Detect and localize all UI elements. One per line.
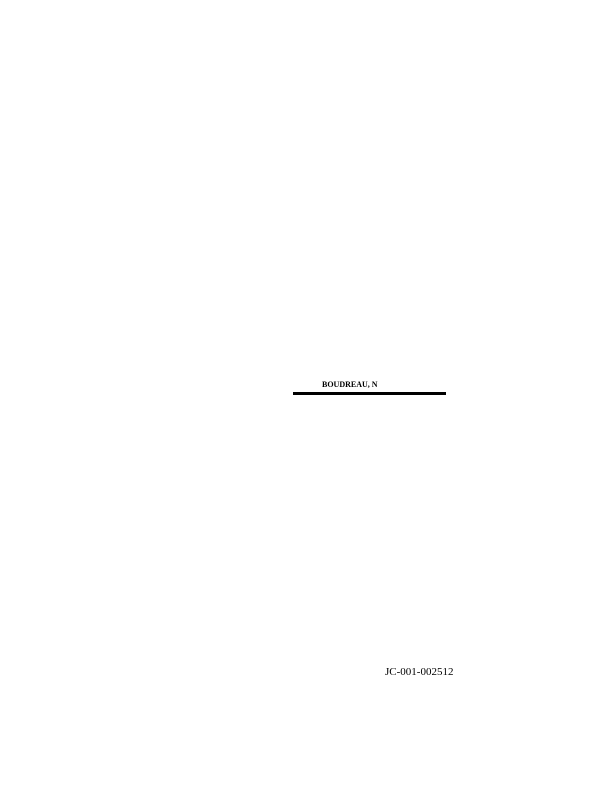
name-underline-rule (293, 392, 446, 395)
document-page: BOUDREAU, N JC-001-002512 (0, 0, 612, 792)
name-label: BOUDREAU, N (322, 380, 378, 389)
document-id: JC-001-002512 (385, 666, 454, 678)
